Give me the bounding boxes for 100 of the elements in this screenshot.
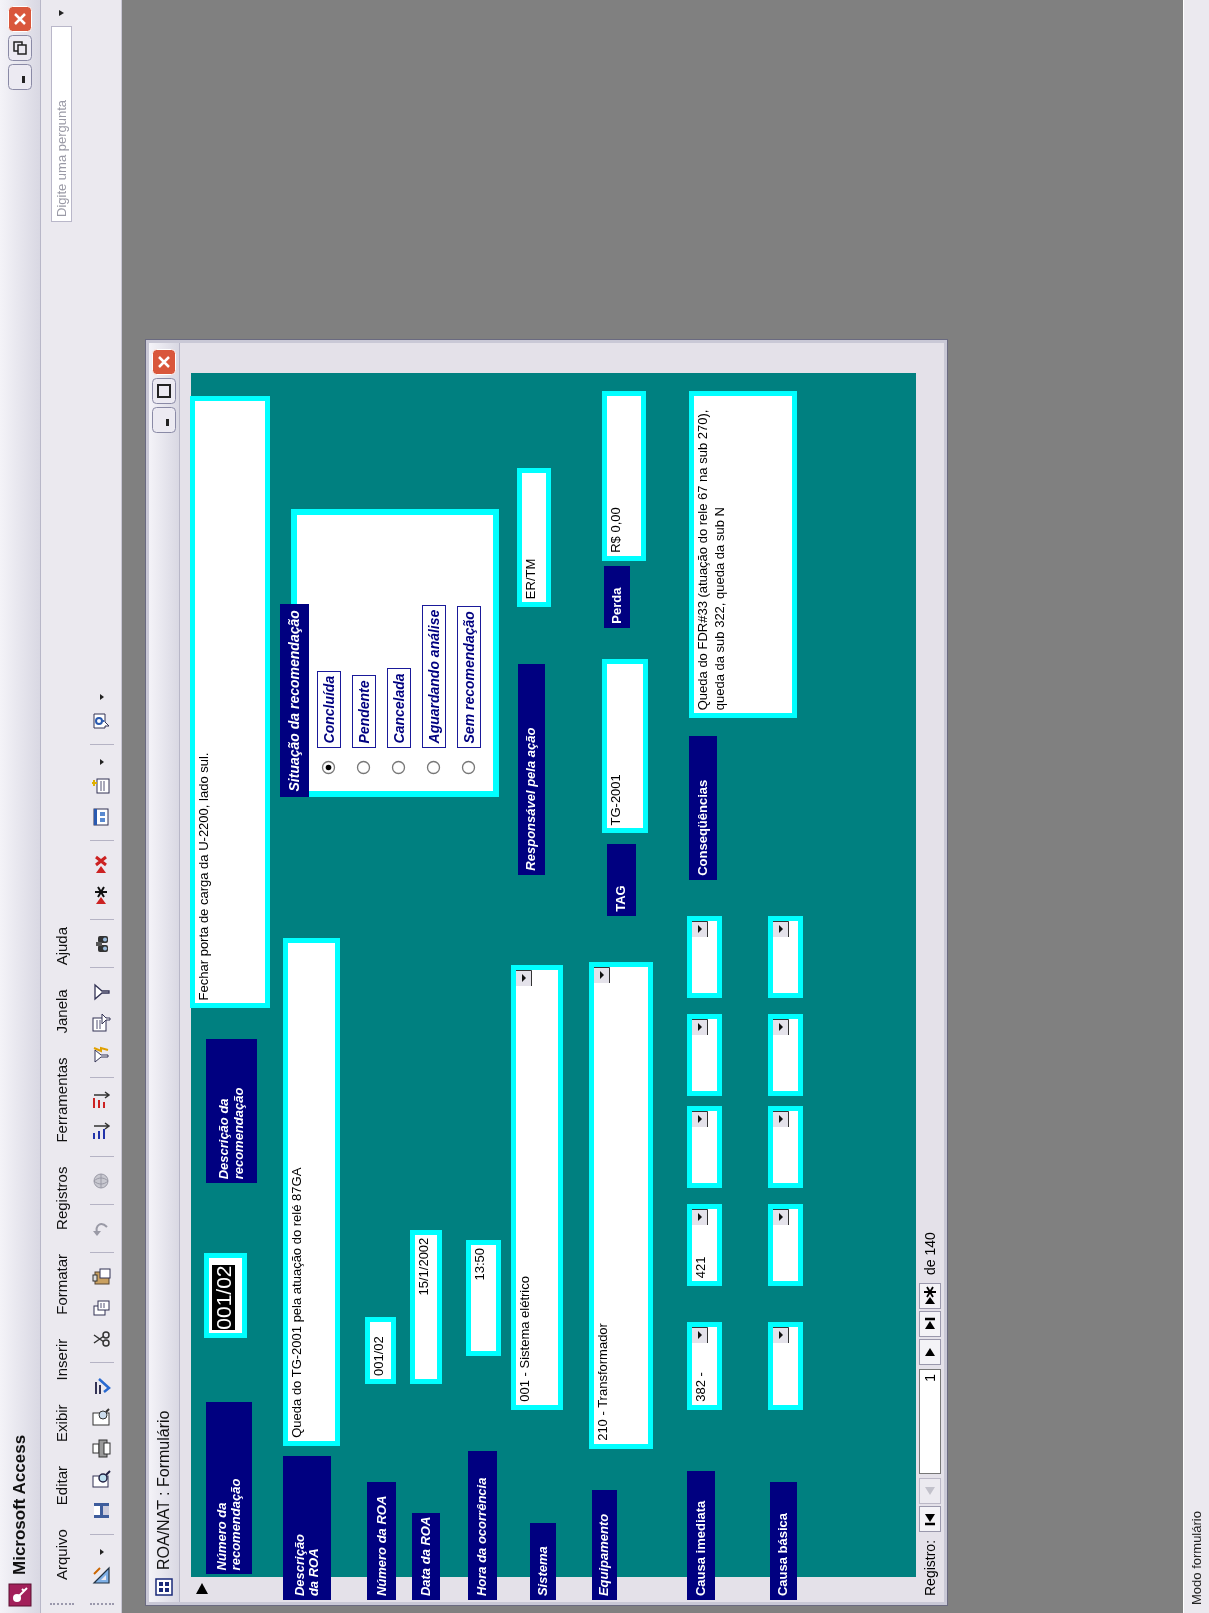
next-record-button[interactable] — [919, 1338, 941, 1365]
form-icon — [155, 1578, 173, 1596]
new-object-icon[interactable] — [91, 775, 112, 796]
dropdown-button[interactable] — [692, 1111, 709, 1128]
record-label: Registro: — [922, 1539, 938, 1596]
combo-box[interactable]: 421 — [687, 1203, 723, 1287]
text-field[interactable]: Fechar porta de carga da U-2200, lado sul. — [190, 396, 270, 1009]
text-field[interactable]: Queda do TG-2001 pela atuação do relé 87GA — [282, 938, 340, 1446]
menu-item[interactable]: Formatar — [50, 1241, 73, 1327]
copy-icon[interactable] — [91, 1297, 112, 1318]
scissors-icon[interactable] — [91, 1328, 112, 1349]
window-title: ROA/NAT : Formulário — [155, 1410, 173, 1570]
radio-button[interactable] — [426, 760, 442, 776]
option-label[interactable]: Sem recomendação — [456, 606, 481, 749]
field-label: Descrição da ROA — [282, 1456, 332, 1601]
record-pointer-icon — [195, 1582, 209, 1597]
save-icon[interactable] — [91, 1500, 112, 1521]
option-label[interactable]: Concluída — [316, 670, 341, 749]
menu-item[interactable]: Inserir — [50, 1326, 73, 1393]
dropdown-button[interactable] — [692, 920, 709, 937]
app-icon — [8, 1583, 32, 1607]
help-icon[interactable] — [91, 710, 112, 731]
text-field[interactable]: R$ 0,00 — [601, 391, 647, 561]
combo-box[interactable] — [767, 1013, 803, 1096]
dropdown-button[interactable] — [516, 970, 533, 987]
dropdown-button[interactable] — [772, 1018, 789, 1035]
minimize-button[interactable] — [8, 64, 32, 90]
menu-item[interactable]: Exibir — [50, 1392, 73, 1454]
record-number-field[interactable]: 1 — [919, 1368, 941, 1474]
menu-item[interactable]: Ferramentas — [50, 1045, 73, 1155]
dropdown-button[interactable] — [772, 1111, 789, 1128]
paste-icon[interactable] — [91, 1266, 112, 1287]
dropdown-button[interactable] — [692, 1018, 709, 1035]
filter-form-icon[interactable] — [91, 1012, 112, 1033]
menu-item[interactable]: Janela — [50, 977, 73, 1046]
combo-box[interactable] — [767, 1106, 803, 1189]
text-field[interactable]: 001/02 — [203, 1253, 247, 1338]
combo-box[interactable]: 001 - Sistema elétrico — [511, 965, 563, 1410]
print-preview-icon[interactable] — [91, 1407, 112, 1428]
field-label: Conseqüências — [689, 735, 718, 880]
menu-item[interactable]: Editar — [50, 1453, 73, 1518]
menu-item[interactable]: Ajuda — [50, 914, 73, 978]
radio-button[interactable] — [356, 760, 372, 776]
combo-box[interactable]: 210 - Transformador — [588, 962, 654, 1449]
close-button[interactable] — [8, 6, 32, 32]
dropdown-button[interactable] — [593, 967, 610, 984]
last-record-button[interactable] — [919, 1310, 941, 1337]
print-icon[interactable] — [91, 1438, 112, 1459]
text-field[interactable]: ER/TM — [516, 468, 551, 608]
radio-button[interactable] — [321, 760, 337, 776]
filter-icon[interactable] — [91, 981, 112, 1002]
option-label[interactable]: Cancelada — [386, 668, 411, 749]
combo-box[interactable] — [687, 1013, 723, 1096]
combo-box[interactable] — [767, 1203, 803, 1287]
field-label: Número da ROA — [367, 1481, 397, 1601]
option-label[interactable]: Pendente — [351, 675, 376, 749]
dropdown-button[interactable] — [692, 1208, 709, 1225]
close-button[interactable] — [152, 349, 176, 375]
field-label: Equipamento — [591, 1490, 618, 1601]
combo-box[interactable] — [767, 915, 803, 999]
design-view-icon[interactable] — [91, 1565, 112, 1586]
restore-button[interactable] — [8, 35, 32, 61]
radio-button[interactable] — [391, 760, 407, 776]
new-record-button[interactable] — [919, 1282, 941, 1309]
text-area[interactable]: Queda do FDR#33 (atuação do rele 67 na sub 270), queda da sub 322, queda da sub N — [689, 391, 798, 719]
field-label: Perda — [604, 565, 630, 628]
group-label: Situação da recomendação — [279, 604, 309, 798]
menu-item[interactable]: Registros — [50, 1154, 73, 1242]
field-label: TAG — [607, 843, 636, 916]
record-count: de 140 — [922, 1232, 938, 1275]
radio-button[interactable] — [461, 760, 477, 776]
menu-item[interactable]: Arquivo — [50, 1517, 73, 1592]
field-label: Responsável pela ação — [517, 663, 546, 875]
database-window-icon[interactable] — [91, 806, 112, 827]
combo-box[interactable] — [687, 915, 723, 999]
first-record-button[interactable] — [919, 1505, 941, 1532]
dropdown-button[interactable] — [772, 920, 789, 937]
combo-box[interactable] — [767, 1322, 803, 1410]
dropdown-button[interactable] — [772, 1327, 789, 1344]
file-search-icon[interactable] — [91, 1469, 112, 1490]
maximize-button[interactable] — [152, 378, 176, 404]
field-label: Causa básica — [769, 1481, 798, 1601]
dropdown-button[interactable] — [692, 1327, 709, 1344]
text-field[interactable]: TG-2001 — [601, 658, 649, 834]
field-label: Hora da ocorrência — [468, 1450, 497, 1601]
text-field[interactable]: 001/02 — [365, 1317, 397, 1384]
status-text: Modo formulário — [1189, 1511, 1204, 1605]
option-label[interactable]: Aguardando análise — [421, 604, 446, 749]
minimize-button[interactable] — [152, 407, 176, 433]
field-label: Data da ROA — [411, 1512, 441, 1601]
text-field[interactable]: 13:50 — [466, 1239, 502, 1357]
field-label: Sistema — [529, 1522, 556, 1601]
field-label: Número da recomendação — [205, 1401, 253, 1575]
window-title: Microsoft Access — [10, 1434, 30, 1575]
field-label: Causa imediata — [687, 1471, 716, 1601]
combo-box[interactable] — [687, 1106, 723, 1189]
field-label: Descrição da recomendação — [205, 1039, 258, 1184]
combo-box[interactable]: 382 - — [687, 1322, 723, 1410]
dropdown-button[interactable] — [772, 1208, 789, 1225]
text-field[interactable]: 15/1/2002 — [409, 1229, 443, 1384]
